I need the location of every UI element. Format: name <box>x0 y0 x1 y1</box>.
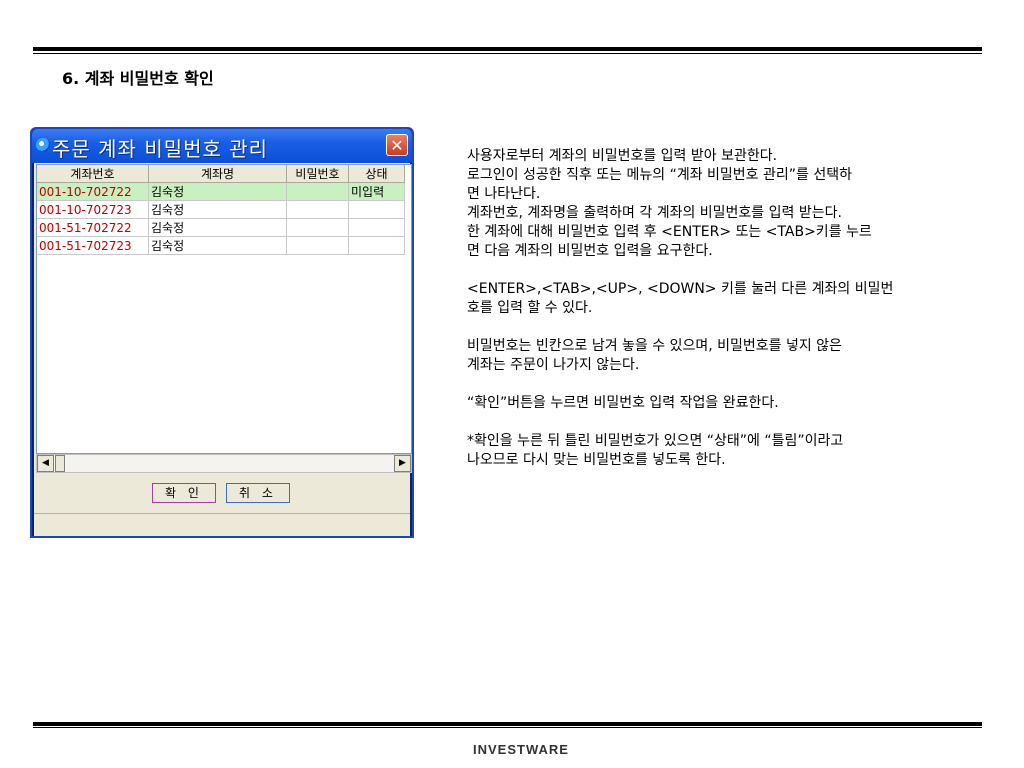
account-name-cell: 김숙정 <box>148 182 287 201</box>
password-management-window: 주문 계좌 비밀번호 관리 ✕ 계좌번호 계좌명 비밀번호 상태 001-10-… <box>30 127 414 538</box>
password-input-cell[interactable] <box>286 200 349 219</box>
column-header-status[interactable]: 상태 <box>348 165 405 183</box>
account-number-cell: 001-10-702722 <box>37 182 149 201</box>
description-line: 나오므로 다시 맞는 비밀번호를 넣도록 한다. <box>467 452 726 468</box>
account-name-cell: 김숙정 <box>148 218 287 237</box>
column-header-account-name[interactable]: 계좌명 <box>148 165 287 183</box>
window-titlebar[interactable]: 주문 계좌 비밀번호 관리 ✕ <box>32 129 412 163</box>
password-input-cell[interactable] <box>286 182 349 201</box>
account-number-cell: 001-51-702723 <box>37 236 149 255</box>
window-title: 주문 계좌 비밀번호 관리 <box>52 137 269 161</box>
bottom-rule-thin <box>33 727 982 728</box>
top-rule-thin <box>33 53 982 54</box>
close-button[interactable]: ✕ <box>386 134 408 156</box>
description-line: 비밀번호는 빈칸으로 남겨 놓을 수 있으며, 비밀번호를 넣지 않은 <box>467 338 842 354</box>
confirm-button[interactable]: 확 인 <box>152 483 216 503</box>
investware-logo: INVESTWARE <box>473 742 569 757</box>
account-number-cell: 001-10-702723 <box>37 200 149 219</box>
account-name-cell: 김숙정 <box>148 236 287 255</box>
top-rule <box>33 47 982 51</box>
description-line: <ENTER>,<TAB>,<UP>, <DOWN> 키를 눌러 다른 계좌의 … <box>467 281 894 297</box>
horizontal-scrollbar[interactable]: ◀ ▶ <box>36 454 412 473</box>
scroll-right-icon[interactable]: ▶ <box>394 455 411 472</box>
description-line: 로그인이 성공한 직후 또는 메뉴의 “계좌 비밀번호 관리”를 선택하 <box>467 167 852 183</box>
table-row[interactable]: 001-51-702723 김숙정 <box>37 236 405 255</box>
scrollbar-thumb[interactable] <box>55 455 65 472</box>
table-row[interactable]: 001-51-702722 김숙정 <box>37 218 405 237</box>
description-line: 면 나타난다. <box>467 186 541 202</box>
description-text: 사용자로부터 계좌의 비밀번호를 입력 받아 보관한다. 로그인이 성공한 직후… <box>467 147 967 470</box>
description-line: 계좌번호, 계좌명을 출력하며 각 계좌의 비밀번호를 입력 받는다. <box>467 205 842 221</box>
description-line: 한 계좌에 대해 비밀번호 입력 후 <ENTER> 또는 <TAB>키를 누르 <box>467 224 872 240</box>
bottom-rule <box>33 722 982 726</box>
description-line: *확인을 누른 뒤 틀린 비밀번호가 있으면 “상태”에 “틀림”이라고 <box>467 433 844 449</box>
status-cell <box>348 236 405 255</box>
status-cell <box>348 200 405 219</box>
section-title: 6. 계좌 비밀번호 확인 <box>62 69 214 88</box>
cancel-button[interactable]: 취 소 <box>226 483 290 503</box>
account-number-cell: 001-51-702722 <box>37 218 149 237</box>
status-bar <box>34 513 410 536</box>
window-client-area: 계좌번호 계좌명 비밀번호 상태 001-10-702722 김숙정 미입력 0… <box>34 163 412 536</box>
table-row[interactable]: 001-10-702722 김숙정 미입력 <box>37 182 405 201</box>
column-header-password[interactable]: 비밀번호 <box>286 165 349 183</box>
account-grid: 계좌번호 계좌명 비밀번호 상태 001-10-702722 김숙정 미입력 0… <box>36 164 412 454</box>
account-name-cell: 김숙정 <box>148 200 287 219</box>
scroll-left-icon[interactable]: ◀ <box>37 455 54 472</box>
description-line: 사용자로부터 계좌의 비밀번호를 입력 받아 보관한다. <box>467 148 778 164</box>
table-row[interactable]: 001-10-702723 김숙정 <box>37 200 405 219</box>
password-input-cell[interactable] <box>286 236 349 255</box>
status-cell <box>348 218 405 237</box>
description-line: “확인”버튼을 누르면 비밀번호 입력 작업을 완료한다. <box>467 395 779 411</box>
app-icon <box>36 138 50 152</box>
password-input-cell[interactable] <box>286 218 349 237</box>
description-line: 계좌는 주문이 나가지 않는다. <box>467 357 640 373</box>
description-line: 면 다음 계좌의 비밀번호 입력을 요구한다. <box>467 243 713 259</box>
description-line: 호를 입력 할 수 있다. <box>467 300 593 316</box>
status-cell: 미입력 <box>348 182 405 201</box>
column-header-account-number[interactable]: 계좌번호 <box>37 165 149 183</box>
